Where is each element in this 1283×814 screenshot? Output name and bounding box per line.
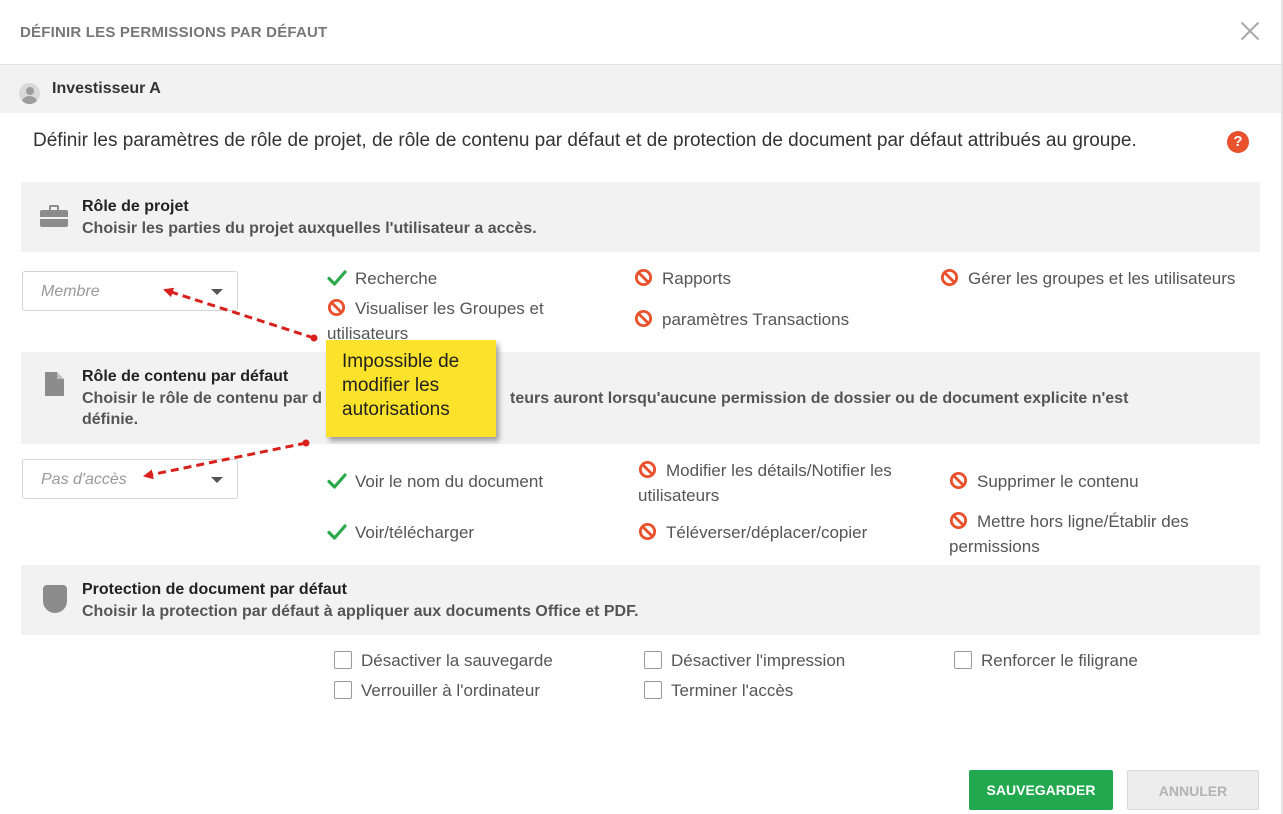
checkbox-lock-to-computer[interactable]: Verrouiller à l'ordinateur xyxy=(334,680,540,702)
permission-item: Voir/télécharger xyxy=(327,522,474,547)
chevron-down-icon xyxy=(211,477,223,483)
dialog-title: DÉFINIR LES PERMISSIONS PAR DÉFAUT xyxy=(20,24,328,41)
shield-icon xyxy=(43,585,67,613)
project-role-subtitle: Choisir les parties du projet auxquelles… xyxy=(82,220,537,237)
prohibited-icon xyxy=(327,298,347,323)
check-icon xyxy=(327,523,347,547)
prohibited-icon xyxy=(638,522,658,547)
group-name: Investisseur A xyxy=(52,80,161,97)
checkbox-enforce-watermark[interactable]: Renforcer le filigrane xyxy=(954,650,1138,672)
check-icon xyxy=(327,269,347,293)
permission-item: Supprimer le contenu xyxy=(949,471,1139,496)
avatar xyxy=(19,83,40,104)
briefcase-icon xyxy=(40,205,68,227)
content-role-subtitle-tail: définie. xyxy=(82,411,139,428)
checkbox-disable-print[interactable]: Désactiver l'impression xyxy=(644,650,845,672)
help-icon[interactable]: ? xyxy=(1227,131,1249,153)
checkbox[interactable] xyxy=(644,651,662,669)
permission-item: paramètres Transactions xyxy=(634,309,849,334)
protection-header: Protection de document par défaut Choisi… xyxy=(21,565,1260,635)
permission-item: Mettre hors ligne/Établir des permission… xyxy=(949,511,1189,556)
checkbox[interactable] xyxy=(954,651,972,669)
checkbox[interactable] xyxy=(334,651,352,669)
prohibited-icon xyxy=(949,471,969,496)
prohibited-icon xyxy=(638,460,658,485)
annotation-callout: Impossible de modifier les autorisations xyxy=(326,340,496,437)
prohibited-icon xyxy=(634,268,654,293)
project-role-selected: Membre xyxy=(41,283,100,300)
save-button[interactable]: SAUVEGARDER xyxy=(969,770,1113,810)
content-role-title: Rôle de contenu par défaut xyxy=(82,368,289,385)
prohibited-icon xyxy=(949,511,969,536)
checkbox[interactable] xyxy=(644,681,662,699)
permission-item: Visualiser les Groupes et utilisateurs xyxy=(327,298,544,343)
permission-item: Téléverser/déplacer/copier xyxy=(638,522,867,547)
chevron-down-icon xyxy=(211,289,223,295)
dialog-header: DÉFINIR LES PERMISSIONS PAR DÉFAUT xyxy=(0,0,1281,65)
cancel-button[interactable]: ANNULER xyxy=(1127,770,1259,810)
project-role-select[interactable]: Membre xyxy=(22,271,238,311)
intro-text: Définir les paramètres de rôle de projet… xyxy=(33,130,1137,151)
content-role-subtitle-start: Choisir le rôle de contenu par d xyxy=(82,390,323,407)
document-icon xyxy=(45,372,64,396)
permission-item: Modifier les détails/Notifier les utilis… xyxy=(638,460,892,505)
project-role-title: Rôle de projet xyxy=(82,198,189,215)
permission-item: Gérer les groupes et les utilisateurs xyxy=(940,268,1235,293)
checkbox-disable-save[interactable]: Désactiver la sauvegarde xyxy=(334,650,553,672)
prohibited-icon xyxy=(634,309,654,334)
permission-item: Voir le nom du document xyxy=(327,471,543,496)
protection-title: Protection de document par défaut xyxy=(82,581,347,598)
permission-item: Recherche xyxy=(327,268,437,293)
check-icon xyxy=(327,472,347,496)
checkbox-terminate-access[interactable]: Terminer l'accès xyxy=(644,680,793,702)
content-role-subtitle-end: teurs auront lorsqu'aucune permission de… xyxy=(510,390,1129,407)
permission-item: Rapports xyxy=(634,268,731,293)
content-role-selected: Pas d'accès xyxy=(41,471,127,488)
group-bar: Investisseur A xyxy=(0,65,1281,113)
close-icon[interactable] xyxy=(1238,18,1262,42)
content-role-select[interactable]: Pas d'accès xyxy=(22,459,238,499)
prohibited-icon xyxy=(940,268,960,293)
project-role-header: Rôle de projet Choisir les parties du pr… xyxy=(21,182,1260,252)
default-permissions-dialog: DÉFINIR LES PERMISSIONS PAR DÉFAUT Inves… xyxy=(0,0,1283,814)
content-role-header: Rôle de contenu par défaut Choisir le rô… xyxy=(21,352,1260,444)
checkbox[interactable] xyxy=(334,681,352,699)
protection-subtitle: Choisir la protection par défaut à appli… xyxy=(82,603,639,620)
